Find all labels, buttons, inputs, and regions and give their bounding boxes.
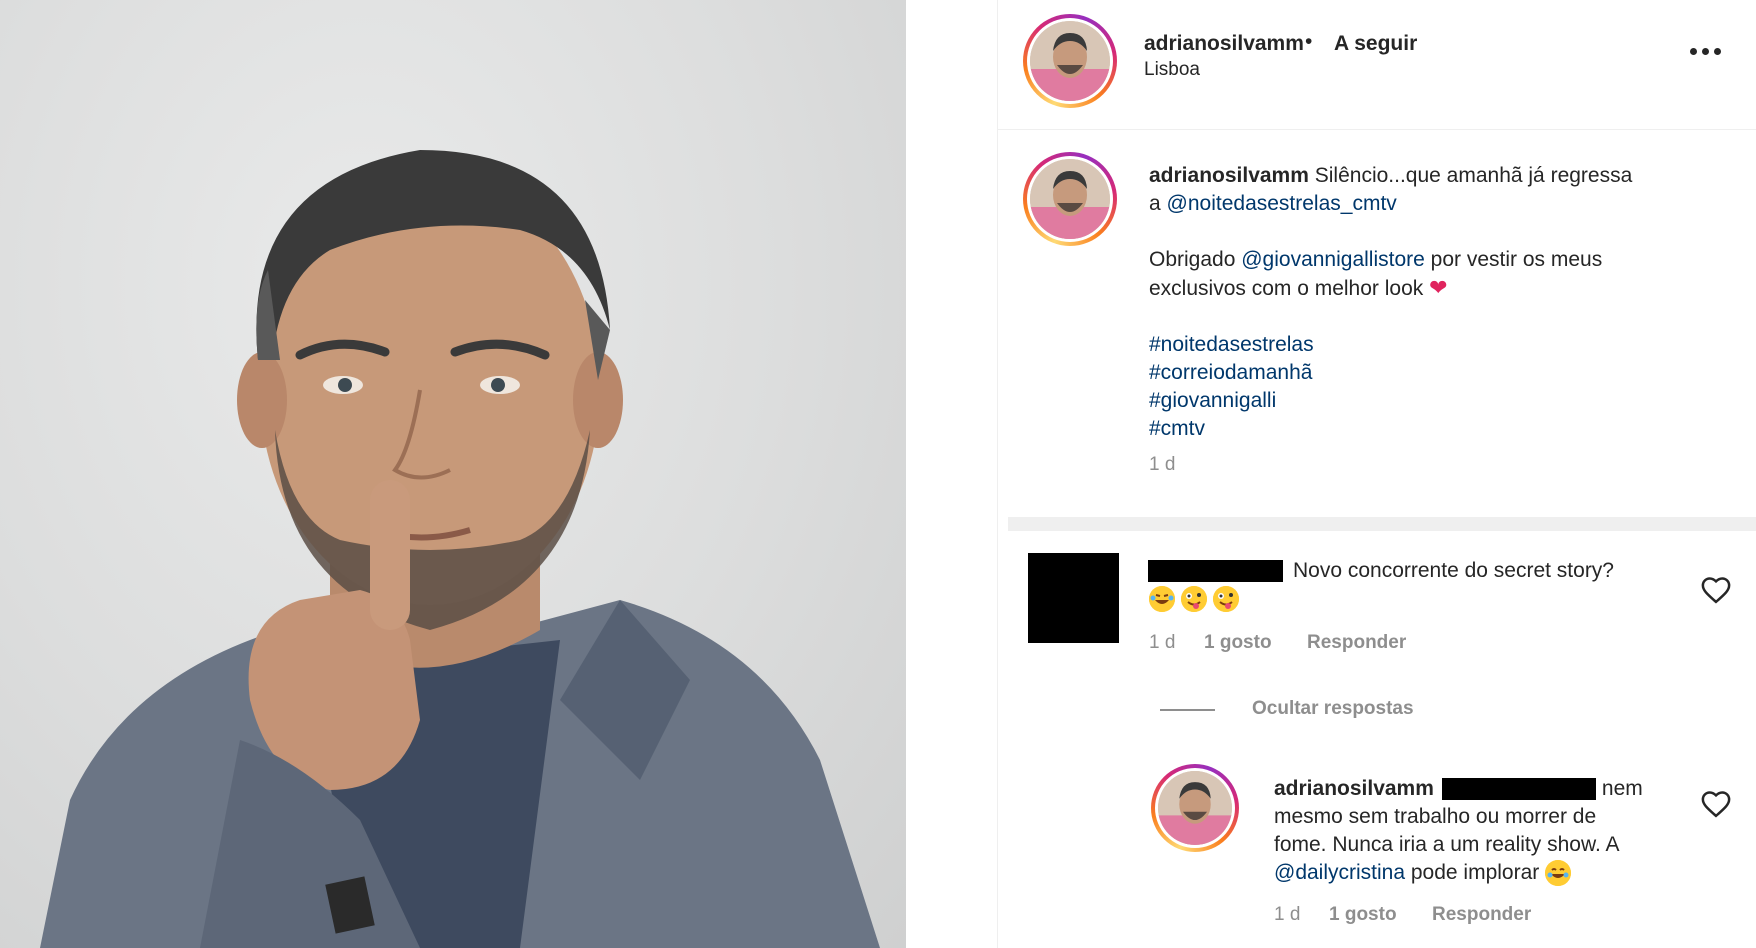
red-heart-emoji-icon: ❤ bbox=[1429, 275, 1448, 300]
mention-link[interactable]: @giovannigallistore bbox=[1241, 248, 1425, 271]
hashtag-link[interactable]: #correiodamanhã bbox=[1149, 359, 1719, 387]
redacted-mention bbox=[1441, 778, 1596, 800]
hashtag-link[interactable]: #cmtv bbox=[1149, 415, 1719, 443]
reply-line1: nem bbox=[1601, 777, 1643, 800]
rofl-emoji-icon bbox=[1149, 586, 1175, 612]
hashtag-link[interactable]: #giovannigalli bbox=[1149, 387, 1719, 415]
post-side-panel: adrianosilvamm • A seguir Lisboa adriano… bbox=[997, 0, 1756, 948]
avatar-portrait bbox=[1030, 21, 1110, 101]
comment-emojis bbox=[1149, 586, 1241, 612]
layout-gap bbox=[906, 0, 997, 948]
zany-face-emoji-icon bbox=[1213, 586, 1239, 612]
tears-of-joy-emoji-icon bbox=[1545, 860, 1572, 887]
more-horizontal-icon bbox=[1690, 48, 1697, 55]
caption-timestamp[interactable]: 1 d bbox=[1149, 454, 1175, 476]
reply-likes-count[interactable]: 1 gosto bbox=[1329, 904, 1432, 926]
reply-button[interactable]: Responder bbox=[1307, 632, 1406, 654]
replies-line bbox=[1160, 709, 1215, 711]
caption-line3-prefix: Obrigado bbox=[1149, 248, 1236, 271]
mention-link[interactable]: @dailycristina bbox=[1274, 861, 1405, 884]
following-button[interactable]: A seguir bbox=[1334, 32, 1417, 56]
redacted-username bbox=[1148, 560, 1283, 582]
reply-content: adrianosilvamm nem mesmo sem trabalho ou… bbox=[1274, 775, 1694, 887]
reply-avatar[interactable] bbox=[1151, 764, 1239, 852]
caption-line4: exclusivos com o melhor look bbox=[1149, 277, 1424, 300]
header-username[interactable]: adrianosilvamm bbox=[1144, 32, 1304, 56]
caption-username[interactable]: adrianosilvamm bbox=[1149, 164, 1309, 187]
heart-outline-icon bbox=[1701, 577, 1731, 604]
reply-line3: fome. Nunca iria a um reality show. A bbox=[1274, 833, 1620, 856]
hashtag-link[interactable]: #noitedasestrelas bbox=[1149, 331, 1719, 359]
like-reply-button[interactable] bbox=[1701, 790, 1731, 823]
section-divider bbox=[1008, 517, 1756, 531]
redacted-avatar bbox=[1028, 553, 1119, 643]
caption-line2-prefix: a bbox=[1149, 192, 1161, 215]
hide-replies-button[interactable]: Ocultar respostas bbox=[1252, 698, 1414, 720]
comment-likes-count[interactable]: 1 gosto bbox=[1204, 632, 1307, 654]
mention-link[interactable]: @noitedasestrelas_cmtv bbox=[1167, 192, 1397, 215]
caption-line1: Silêncio...que amanhã já regressa bbox=[1314, 164, 1633, 187]
post-photo[interactable] bbox=[0, 0, 906, 948]
reply-timestamp[interactable]: 1 d bbox=[1274, 904, 1329, 926]
reply-button[interactable]: Responder bbox=[1432, 904, 1531, 926]
more-options-button[interactable] bbox=[1690, 48, 1721, 55]
comment-timestamp[interactable]: 1 d bbox=[1149, 632, 1204, 654]
comment-text: Novo concorrente do secret story? bbox=[1293, 559, 1614, 582]
post-photo-illustration bbox=[40, 150, 880, 948]
heart-outline-icon bbox=[1701, 791, 1731, 818]
header-avatar[interactable] bbox=[1023, 14, 1117, 108]
caption-avatar[interactable] bbox=[1023, 152, 1117, 246]
post-header: adrianosilvamm • A seguir Lisboa bbox=[998, 0, 1756, 130]
zany-face-emoji-icon bbox=[1181, 586, 1207, 612]
reply-username[interactable]: adrianosilvamm bbox=[1274, 775, 1434, 803]
caption: adrianosilvamm Silêncio...que amanhã já … bbox=[1149, 162, 1719, 443]
like-comment-button[interactable] bbox=[1701, 576, 1731, 609]
reply-line4-suffix: pode implorar bbox=[1410, 861, 1540, 884]
comment-meta: 1 d 1 gosto Responder bbox=[1149, 632, 1406, 654]
avatar-portrait bbox=[1158, 771, 1232, 845]
reply-meta: 1 d 1 gosto Responder bbox=[1274, 904, 1531, 926]
header-separator: • bbox=[1305, 30, 1313, 53]
caption-line3-suffix: por vestir os meus bbox=[1430, 248, 1603, 271]
header-location[interactable]: Lisboa bbox=[1144, 59, 1200, 81]
reply-line2: mesmo sem trabalho ou morrer de bbox=[1274, 805, 1597, 828]
avatar-portrait bbox=[1030, 159, 1110, 239]
